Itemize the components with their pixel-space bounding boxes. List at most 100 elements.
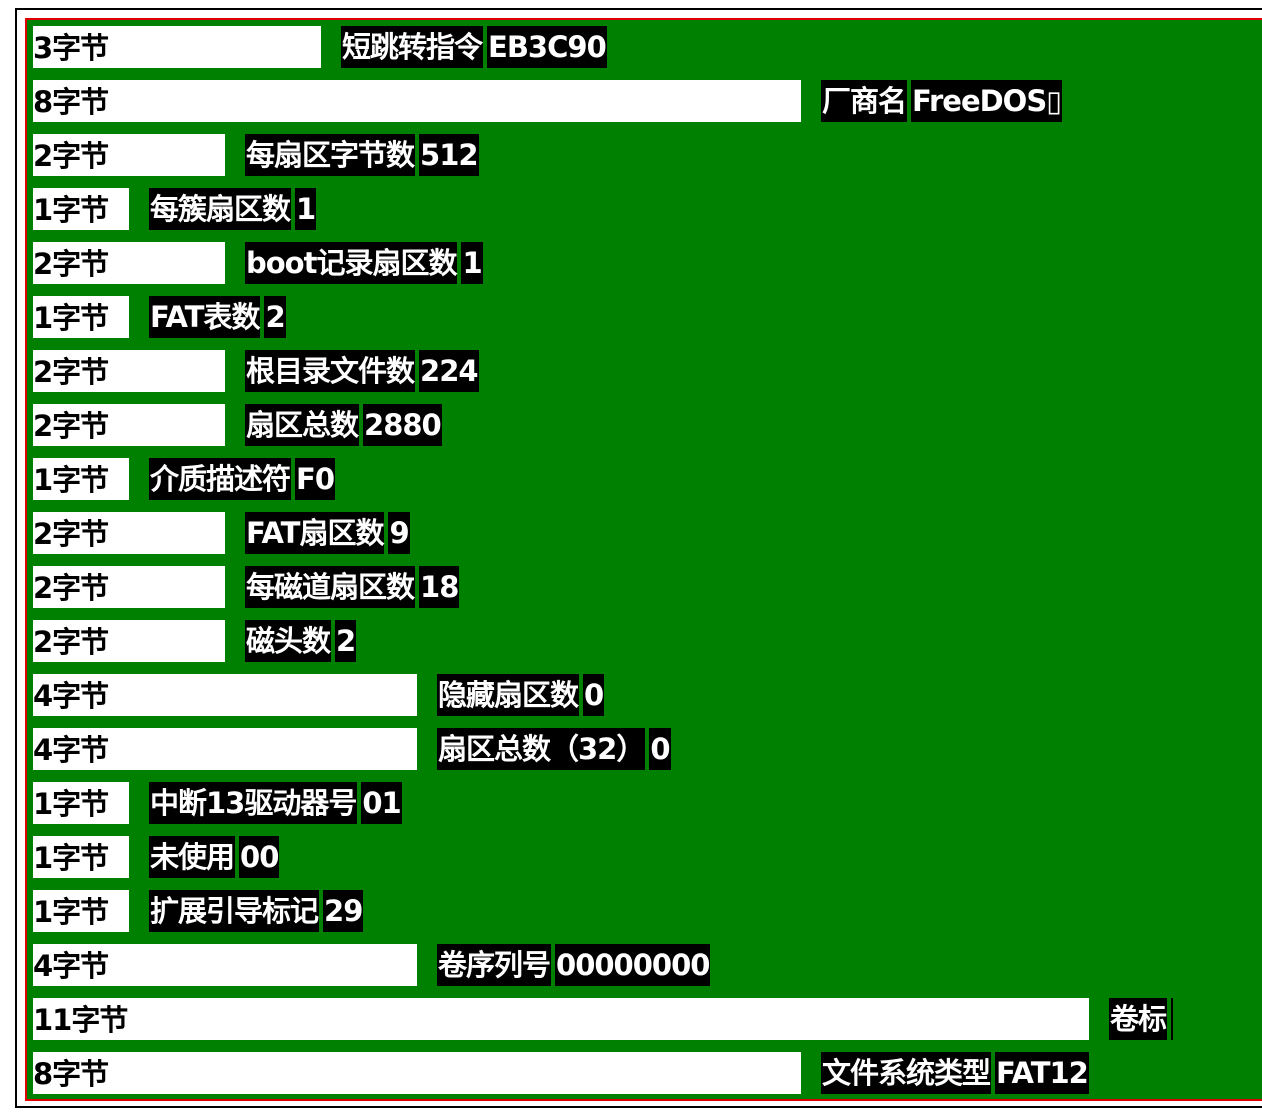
field-name: 扇区总数 xyxy=(245,404,359,446)
byte-size-box: 1字节 xyxy=(33,890,129,932)
field-value xyxy=(1171,998,1174,1040)
field-value: 2880 xyxy=(363,404,442,446)
field-label: 中断13驱动器号 01 xyxy=(149,782,402,824)
field-name: 隐藏扇区数 xyxy=(437,674,579,716)
byte-size-box: 3字节 xyxy=(33,26,321,68)
field-value: 2 xyxy=(264,296,286,338)
field-row: 2字节 根目录文件数 224 xyxy=(33,350,479,392)
field-label: 卷序列号 00000000 xyxy=(437,944,710,986)
field-label: FAT扇区数 9 xyxy=(245,512,410,554)
field-name: 短跳转指令 xyxy=(341,26,483,68)
field-label: 扩展引导标记 29 xyxy=(149,890,363,932)
byte-size-box: 2字节 xyxy=(33,134,225,176)
field-value: 01 xyxy=(361,782,402,824)
field-row: 3字节 短跳转指令 EB3C90 xyxy=(33,26,607,68)
field-value: 1 xyxy=(461,242,483,284)
field-label: boot记录扇区数 1 xyxy=(245,242,483,284)
field-label: 每簇扇区数 1 xyxy=(149,188,316,230)
byte-size-box: 1字节 xyxy=(33,188,129,230)
field-name: 每磁道扇区数 xyxy=(245,566,415,608)
field-label: 介质描述符 F0 xyxy=(149,458,336,500)
field-value: EB3C90 xyxy=(487,26,607,68)
byte-size-box: 2字节 xyxy=(33,512,225,554)
field-name: 厂商名 xyxy=(821,80,907,122)
field-row: 4字节 扇区总数（32） 0 xyxy=(33,728,671,770)
field-label: FAT表数 2 xyxy=(149,296,286,338)
field-label: 卷标 xyxy=(1109,998,1174,1040)
byte-size-box: 4字节 xyxy=(33,674,417,716)
byte-size-box: 1字节 xyxy=(33,458,129,500)
field-name: 介质描述符 xyxy=(149,458,291,500)
field-name: 磁头数 xyxy=(245,620,331,662)
field-value: 0 xyxy=(649,728,671,770)
field-name: 每簇扇区数 xyxy=(149,188,291,230)
field-name: 根目录文件数 xyxy=(245,350,415,392)
byte-size-box: 2字节 xyxy=(33,566,225,608)
field-row: 8字节 厂商名 FreeDOS▯ xyxy=(33,80,1062,122)
field-name: 中断13驱动器号 xyxy=(149,782,357,824)
field-name: 未使用 xyxy=(149,836,235,878)
field-value: FAT12 xyxy=(995,1052,1089,1094)
field-label: 每磁道扇区数 18 xyxy=(245,566,459,608)
field-label: 隐藏扇区数 0 xyxy=(437,674,604,716)
field-row: 2字节 每磁道扇区数 18 xyxy=(33,566,459,608)
boot-sector-panel xyxy=(25,18,1262,1101)
field-label: 未使用 00 xyxy=(149,836,279,878)
field-row: 1字节 介质描述符 F0 xyxy=(33,458,336,500)
field-label: 磁头数 2 xyxy=(245,620,356,662)
field-label: 扇区总数（32） 0 xyxy=(437,728,671,770)
field-value: 18 xyxy=(419,566,459,608)
field-label: 每扇区字节数 512 xyxy=(245,134,479,176)
field-value: 00000000 xyxy=(555,944,710,986)
field-value: FreeDOS▯ xyxy=(911,80,1062,122)
byte-size-box: 11字节 xyxy=(33,998,1089,1040)
byte-size-box: 1字节 xyxy=(33,782,129,824)
byte-size-box: 1字节 xyxy=(33,836,129,878)
field-row: 1字节 FAT表数 2 xyxy=(33,296,286,338)
field-value: 0 xyxy=(583,674,604,716)
field-row: 2字节 每扇区字节数 512 xyxy=(33,134,479,176)
field-row: 4字节 卷序列号 00000000 xyxy=(33,944,710,986)
field-name: FAT扇区数 xyxy=(245,512,384,554)
byte-size-box: 2字节 xyxy=(33,620,225,662)
field-value: 00 xyxy=(239,836,279,878)
byte-size-box: 1字节 xyxy=(33,296,129,338)
field-label: 文件系统类型 FAT12 xyxy=(821,1052,1089,1094)
field-row: 1字节 每簇扇区数 1 xyxy=(33,188,316,230)
field-value: F0 xyxy=(295,458,336,500)
field-row: 11字节 卷标 xyxy=(33,998,1174,1040)
field-row: 1字节 扩展引导标记 29 xyxy=(33,890,363,932)
field-name: 每扇区字节数 xyxy=(245,134,415,176)
field-name: 卷序列号 xyxy=(437,944,551,986)
byte-size-box: 2字节 xyxy=(33,404,225,446)
field-value: 224 xyxy=(419,350,479,392)
field-name: FAT表数 xyxy=(149,296,260,338)
field-row: 2字节 FAT扇区数 9 xyxy=(33,512,410,554)
field-row: 4字节 隐藏扇区数 0 xyxy=(33,674,604,716)
field-value: 1 xyxy=(295,188,316,230)
field-label: 短跳转指令 EB3C90 xyxy=(341,26,607,68)
field-row: 2字节 扇区总数 2880 xyxy=(33,404,442,446)
field-label: 根目录文件数 224 xyxy=(245,350,479,392)
field-row: 8字节 文件系统类型 FAT12 xyxy=(33,1052,1089,1094)
byte-size-box: 2字节 xyxy=(33,350,225,392)
field-row: 2字节 磁头数 2 xyxy=(33,620,356,662)
byte-size-box: 4字节 xyxy=(33,728,417,770)
byte-size-box: 8字节 xyxy=(33,80,801,122)
byte-size-box: 4字节 xyxy=(33,944,417,986)
field-value: 9 xyxy=(388,512,410,554)
field-row: 1字节 中断13驱动器号 01 xyxy=(33,782,402,824)
byte-size-box: 2字节 xyxy=(33,242,225,284)
field-label: 扇区总数 2880 xyxy=(245,404,442,446)
field-row: 1字节 未使用 00 xyxy=(33,836,279,878)
field-name: boot记录扇区数 xyxy=(245,242,457,284)
field-row: 2字节 boot记录扇区数 1 xyxy=(33,242,483,284)
field-name: 扇区总数（32） xyxy=(437,728,645,770)
field-value: 512 xyxy=(419,134,479,176)
field-label: 厂商名 FreeDOS▯ xyxy=(821,80,1062,122)
byte-size-box: 8字节 xyxy=(33,1052,801,1094)
field-value: 2 xyxy=(335,620,356,662)
field-value: 29 xyxy=(323,890,363,932)
field-name: 扩展引导标记 xyxy=(149,890,319,932)
field-name: 卷标 xyxy=(1109,998,1167,1040)
